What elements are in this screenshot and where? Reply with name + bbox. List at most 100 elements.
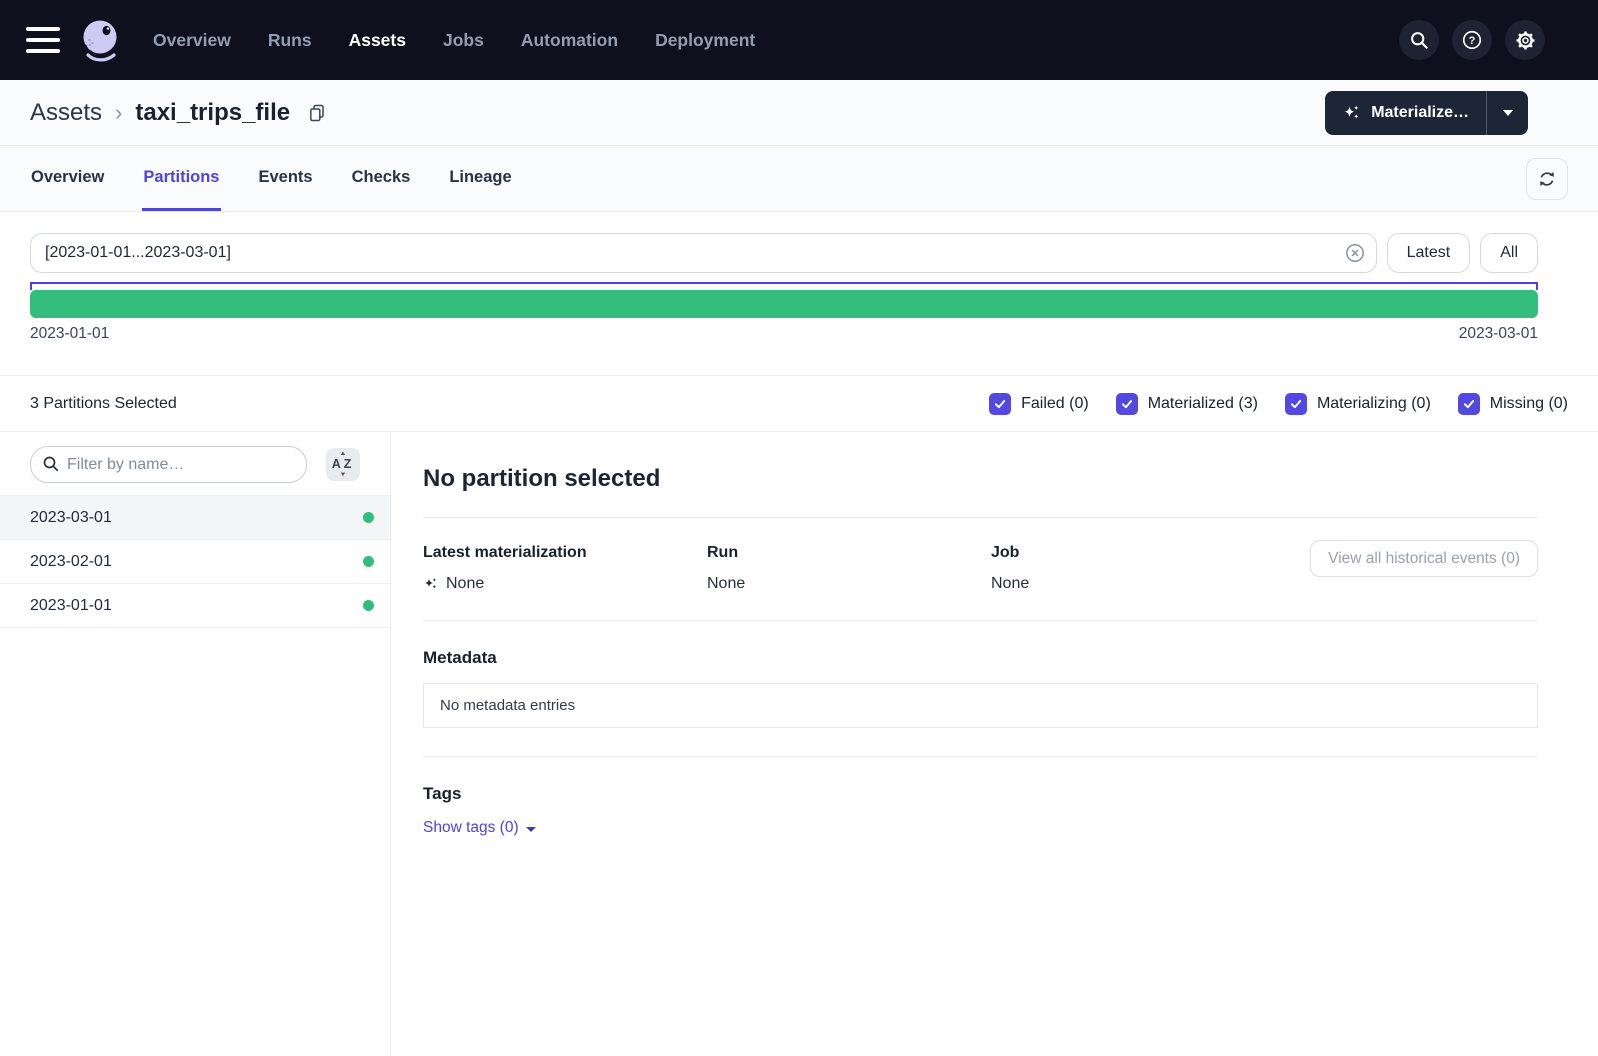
- tab-partitions[interactable]: Partitions: [142, 146, 220, 211]
- checkbox-checked-icon[interactable]: [1116, 393, 1138, 415]
- range-start-label: 2023-01-01: [30, 325, 109, 343]
- partition-range-field: [30, 233, 1377, 273]
- checkbox-checked-icon[interactable]: [989, 393, 1011, 415]
- copy-asset-name-button[interactable]: [307, 103, 327, 123]
- filter-missing[interactable]: Missing (0): [1458, 393, 1568, 415]
- asset-tabs-row: Overview Partitions Events Checks Lineag…: [0, 146, 1598, 212]
- refresh-button[interactable]: [1526, 158, 1568, 200]
- empty-state-title: No partition selected: [423, 465, 1538, 493]
- filter-materialized-label: Materialized (3): [1148, 395, 1258, 413]
- materialization-info-section: Latest materialization None Run None: [423, 518, 1538, 620]
- materialized-status-dot: [363, 512, 374, 523]
- breadcrumb: Assets › taxi_trips_file: [30, 99, 327, 127]
- filter-failed[interactable]: Failed (0): [989, 393, 1089, 415]
- metadata-heading: Metadata: [423, 648, 1538, 668]
- partition-list: 2023-03-01 2023-02-01 2023-01-01: [0, 495, 390, 628]
- view-historical-events-button[interactable]: View all historical events (0): [1310, 540, 1538, 577]
- nav-item-jobs[interactable]: Jobs: [443, 30, 484, 51]
- status-filters: Failed (0) Materialized (3) Materializin…: [989, 393, 1568, 415]
- filter-materializing-label: Materializing (0): [1317, 395, 1431, 413]
- sort-alphabetical-button[interactable]: AZ ▲ ▼: [326, 448, 360, 481]
- job-label: Job: [991, 544, 1275, 562]
- sparkles-icon: [423, 576, 439, 592]
- tab-events[interactable]: Events: [258, 146, 314, 211]
- selection-bracket: [30, 282, 1538, 290]
- materialize-button[interactable]: Materialize…: [1325, 91, 1486, 135]
- tab-checks[interactable]: Checks: [351, 146, 412, 211]
- nav-item-overview[interactable]: Overview: [153, 30, 231, 51]
- partition-row-2023-02-01[interactable]: 2023-02-01: [0, 540, 390, 584]
- latest-button[interactable]: Latest: [1387, 233, 1471, 273]
- asset-tabs: Overview Partitions Events Checks Lineag…: [30, 146, 513, 211]
- sort-caret-up-icon: ▲: [339, 451, 346, 457]
- top-navigation: Overview Runs Assets Jobs Automation Dep…: [0, 0, 1598, 80]
- dagster-octopus-logo[interactable]: [77, 17, 123, 63]
- sort-caret-down-icon: ▼: [339, 472, 346, 478]
- partition-range-input[interactable]: [30, 233, 1377, 273]
- octopus-icon: [77, 17, 123, 63]
- help-icon: ?: [1461, 29, 1483, 51]
- nav-item-automation[interactable]: Automation: [521, 30, 618, 51]
- selection-bar: 3 Partitions Selected Failed (0) Materia…: [0, 376, 1598, 432]
- tags-heading: Tags: [423, 784, 1538, 804]
- partitions-selected-count: 3 Partitions Selected: [30, 395, 177, 413]
- checkbox-checked-icon[interactable]: [1458, 393, 1480, 415]
- filter-failed-label: Failed (0): [1021, 395, 1089, 413]
- sparkles-icon: [1342, 103, 1362, 123]
- breadcrumb-separator: ›: [115, 100, 122, 126]
- search-icon: [42, 455, 60, 478]
- range-end-label: 2023-03-01: [1459, 325, 1538, 343]
- partition-detail-panel: No partition selected Latest materializa…: [391, 432, 1598, 1056]
- filter-materializing[interactable]: Materializing (0): [1285, 393, 1431, 415]
- nav-item-runs[interactable]: Runs: [268, 30, 312, 51]
- partition-list-panel: AZ ▲ ▼ 2023-03-01 2023-02-01 2023-01-01: [0, 432, 391, 1056]
- partition-filter-input[interactable]: [30, 446, 307, 483]
- partition-name: 2023-02-01: [30, 553, 112, 571]
- filter-materialized[interactable]: Materialized (3): [1116, 393, 1258, 415]
- tab-overview[interactable]: Overview: [30, 146, 105, 211]
- all-button[interactable]: All: [1480, 233, 1538, 273]
- latest-materialization-column: Latest materialization None: [423, 544, 707, 593]
- run-label: Run: [707, 544, 991, 562]
- metadata-empty-box: No metadata entries: [423, 683, 1538, 728]
- latest-materialization-value: None: [446, 575, 484, 593]
- nav-item-deployment[interactable]: Deployment: [655, 30, 755, 51]
- run-value: None: [707, 575, 745, 593]
- breadcrumb-assets-link[interactable]: Assets: [30, 99, 102, 127]
- chevron-down-icon: [526, 827, 536, 832]
- materialize-dropdown-button[interactable]: [1486, 91, 1528, 135]
- search-button[interactable]: [1399, 20, 1439, 60]
- show-tags-label: Show tags (0): [423, 819, 519, 837]
- copy-icon: [307, 103, 327, 123]
- materialized-status-dot: [363, 556, 374, 567]
- chevron-down-icon: [1503, 110, 1513, 116]
- search-icon: [1409, 30, 1430, 51]
- partition-name: 2023-01-01: [30, 597, 112, 615]
- filter-missing-label: Missing (0): [1490, 395, 1568, 413]
- job-column: Job None: [991, 544, 1275, 593]
- partition-row-2023-01-01[interactable]: 2023-01-01: [0, 584, 390, 628]
- partition-health-bar[interactable]: [30, 290, 1538, 318]
- tab-lineage[interactable]: Lineage: [448, 146, 512, 211]
- latest-materialization-label: Latest materialization: [423, 544, 707, 562]
- checkbox-checked-icon[interactable]: [1285, 393, 1307, 415]
- show-tags-toggle[interactable]: Show tags (0): [423, 819, 536, 837]
- page-header: Assets › taxi_trips_file Materialize…: [0, 80, 1598, 146]
- settings-button[interactable]: [1505, 20, 1545, 60]
- metadata-empty-text: No metadata entries: [440, 697, 575, 714]
- menu-hamburger-icon[interactable]: [26, 27, 60, 53]
- main-content: AZ ▲ ▼ 2023-03-01 2023-02-01 2023-01-01 …: [0, 432, 1598, 1056]
- help-button[interactable]: ?: [1452, 20, 1492, 60]
- nav-actions: ?: [1399, 20, 1545, 60]
- svg-text:?: ?: [1469, 35, 1476, 47]
- partition-row-2023-03-01[interactable]: 2023-03-01: [0, 496, 390, 540]
- clear-range-button[interactable]: [1343, 241, 1367, 265]
- nav-item-assets[interactable]: Assets: [349, 30, 406, 51]
- job-value: None: [991, 575, 1029, 593]
- materialized-status-dot: [363, 600, 374, 611]
- materialize-split-button: Materialize…: [1325, 91, 1528, 135]
- range-labels: 2023-01-01 2023-03-01: [30, 325, 1538, 343]
- partition-picker-section: Latest All 2023-01-01 2023-03-01: [0, 212, 1598, 376]
- refresh-icon: [1537, 169, 1557, 189]
- partition-name: 2023-03-01: [30, 509, 112, 527]
